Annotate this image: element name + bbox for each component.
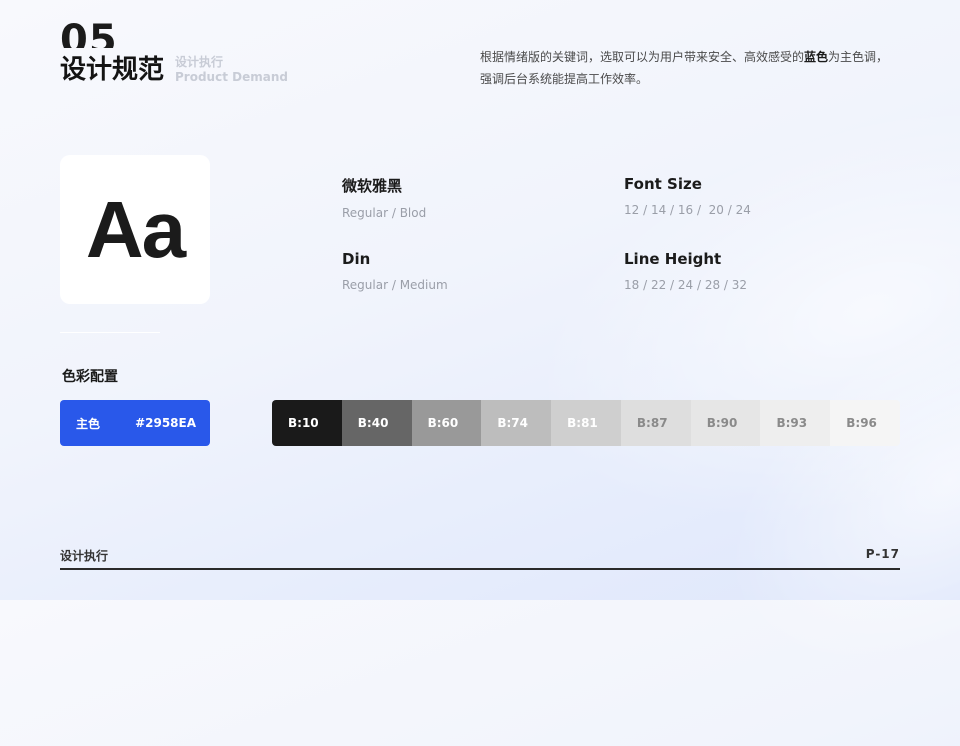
footer-section-name: 设计执行 bbox=[60, 549, 109, 563]
gray-swatch: B:74 bbox=[481, 400, 552, 446]
description: 根据情绪版的关键词，选取可以为用户带来安全、高效感受的蓝色为主色调，强调后台系统… bbox=[480, 46, 900, 90]
gray-scale-palette: B:10 B:40 B:60 B:74 B:81 B:87 B:90 B:93 B:96 bbox=[272, 400, 900, 446]
subtitle-en: Product Demand bbox=[175, 70, 288, 84]
gray-swatch: B:90 bbox=[690, 400, 761, 446]
font-weights: Regular / Blod bbox=[342, 206, 427, 220]
gray-swatch: B:60 bbox=[411, 400, 482, 446]
font-yahei: 微软雅黑 Regular / Blod bbox=[342, 175, 426, 220]
font-size-values: 12 / 14 / 16 / 20 / 24 bbox=[624, 203, 751, 217]
primary-color-swatch: 主色 #2958EA bbox=[60, 400, 210, 446]
gray-swatch: B:10 bbox=[272, 400, 342, 446]
gray-swatch: B:93 bbox=[760, 400, 831, 446]
section-number: 05 bbox=[60, 20, 118, 48]
gray-swatch: B:40 bbox=[341, 400, 412, 446]
font-sample-card: Aa bbox=[60, 155, 210, 304]
font-weights: Regular / Medium bbox=[342, 278, 448, 292]
line-height-spec: Line Height 18 / 22 / 24 / 28 / 32 bbox=[624, 250, 747, 292]
page-title: 设计规范 bbox=[60, 55, 165, 85]
page-number: P-17 bbox=[865, 547, 900, 561]
font-name: Din bbox=[342, 250, 371, 268]
divider bbox=[60, 332, 160, 333]
font-din: Din Regular / Medium bbox=[342, 250, 448, 292]
line-height-values: 18 / 22 / 24 / 28 / 32 bbox=[624, 278, 748, 292]
description-text: 根据情绪版的关键词，选取可以为用户带来安全、高效感受的 bbox=[480, 50, 805, 64]
subtitle-cn: 设计执行 bbox=[175, 55, 224, 69]
description-highlight: 蓝色 bbox=[804, 50, 829, 64]
gray-swatch: B:87 bbox=[620, 400, 691, 446]
primary-color-hex: #2958EA bbox=[135, 416, 196, 430]
font-name: 微软雅黑 bbox=[342, 177, 403, 195]
font-size-title: Font Size bbox=[624, 175, 702, 193]
primary-color-label: 主色 bbox=[76, 416, 101, 431]
color-section-title: 色彩配置 bbox=[62, 369, 118, 385]
footer-divider bbox=[60, 568, 900, 570]
font-sample: Aa bbox=[85, 184, 186, 274]
gray-swatch: B:96 bbox=[830, 400, 900, 446]
line-height-title: Line Height bbox=[624, 250, 722, 268]
font-size-spec: Font Size 12 / 14 / 16 / 20 / 24 bbox=[624, 175, 751, 217]
gray-swatch: B:81 bbox=[551, 400, 621, 446]
